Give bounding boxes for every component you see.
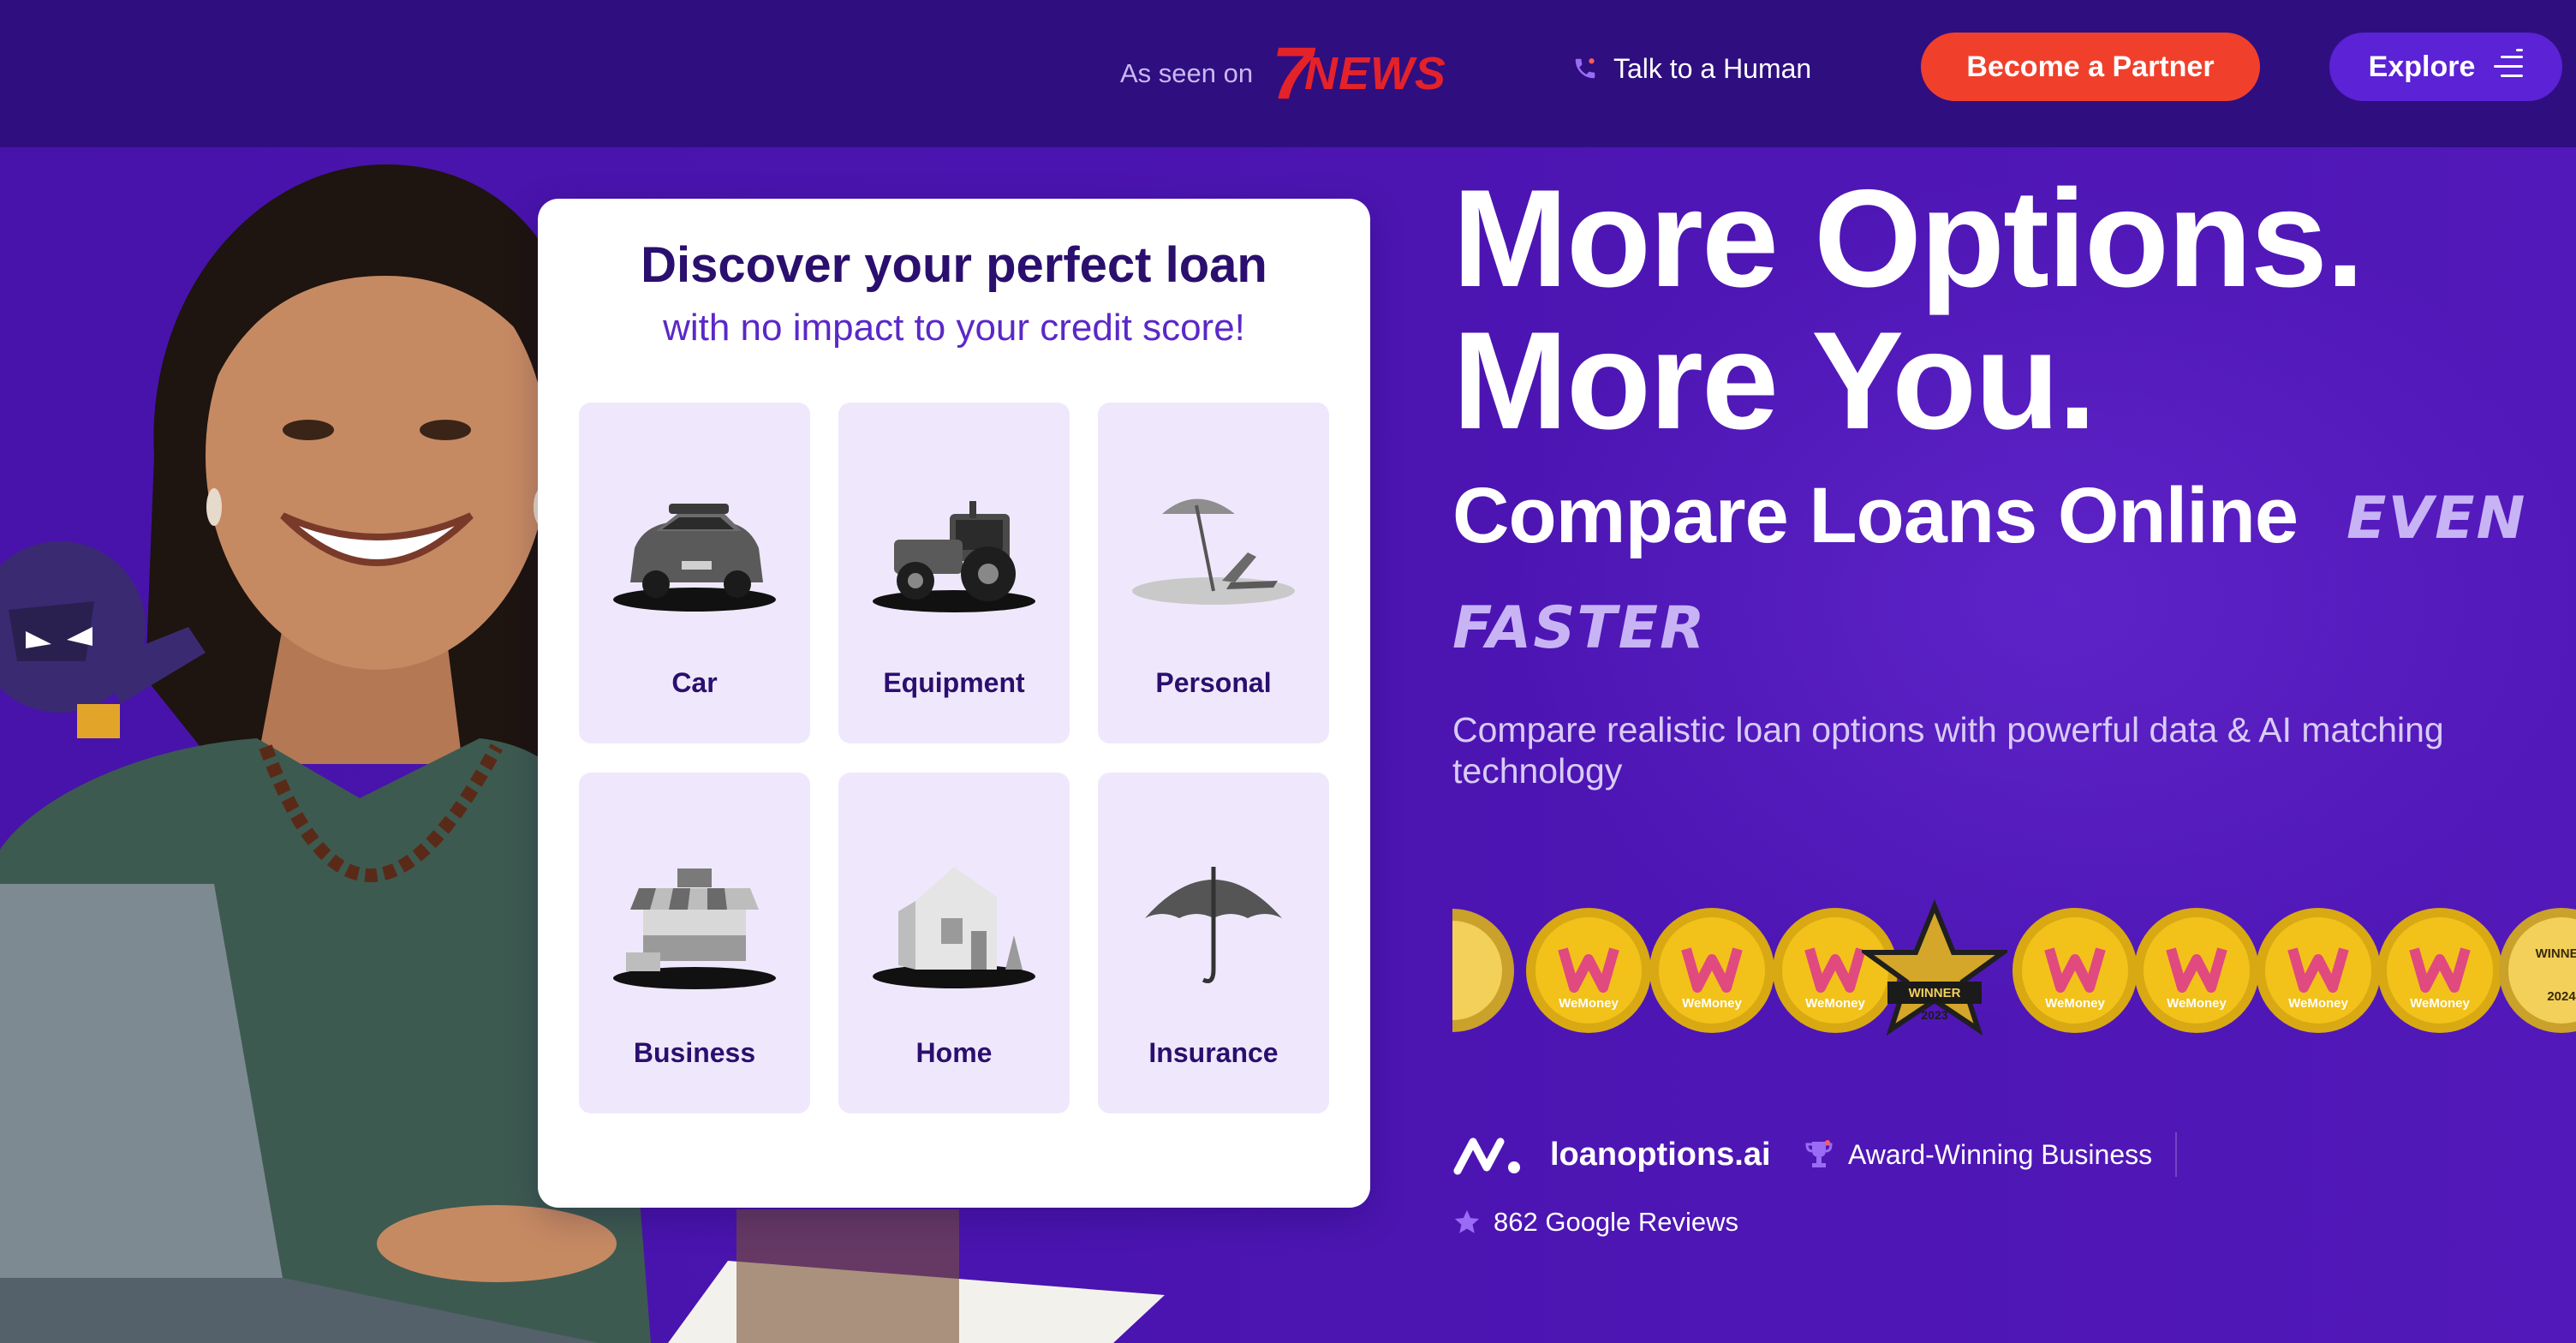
award-badge-star-winner: WINNER 2023 [1862,899,2007,1036]
card-title: Discover your perfect loan [641,237,1267,293]
beach-chair-icon [1132,498,1295,605]
car-icon [613,504,776,612]
brand-name: loanoptions.ai [1550,1136,1771,1173]
accent-word-even: EVEN [2346,485,2527,552]
svg-text:WeMoney: WeMoney [2045,996,2105,1011]
loan-option-car[interactable]: Car [579,403,810,743]
awards-strip: WeMoney WeMoney WeMoney WINNER 2023 WeMo… [1452,899,2576,1052]
menu-icon [2494,49,2524,80]
become-partner-button[interactable]: Become a Partner [1921,33,2260,101]
top-navigation-bar: As seen on 7 NEWS Talk to a Human Become… [0,0,2576,147]
loan-option-home[interactable]: Home [838,773,1070,1113]
reviews-label: 862 Google Reviews [1494,1207,1739,1237]
loan-option-equipment[interactable]: Equipment [838,403,1070,743]
seen-on-label: As seen on [1120,58,1254,88]
news-logo-text: NEWS [1303,48,1446,99]
loan-option-label: Personal [1155,667,1272,698]
svg-text:WeMoney: WeMoney [2167,996,2227,1011]
headline-line-1: More Options. [1452,161,2364,316]
market-stall-icon [613,868,776,989]
hero-description: Compare realistic loan options with powe… [1452,710,2444,791]
award-badge-wemoney: WeMoney [2134,908,2259,1033]
award-label: Award-Winning Business [1848,1138,2153,1170]
loan-option-label: Home [915,1037,993,1068]
brand-block[interactable]: loanoptions.ai [1452,1129,1771,1180]
loan-option-business[interactable]: Business [579,773,810,1113]
svg-text:WeMoney: WeMoney [2410,996,2470,1011]
award-badge-wemoney: WeMoney [2256,908,2381,1033]
award-badge-seal [1452,909,1514,1032]
explore-button[interactable]: Explore [2329,33,2562,101]
award-badge-wemoney: WeMoney [2012,908,2138,1033]
loan-option-personal[interactable]: Personal [1098,403,1329,743]
award-badge-wemoney: WeMoney [1649,908,1774,1033]
talk-to-human-link[interactable]: Talk to a Human [1572,50,1811,87]
loan-option-label: Equipment [883,667,1025,698]
explore-label: Explore [2368,50,2476,83]
loan-option-label: Insurance [1148,1037,1279,1068]
as-seen-on: As seen on 7 NEWS [1120,37,1446,110]
tractor-icon [873,501,1035,612]
svg-text:2024: 2024 [2547,989,2576,1004]
card-subtitle: with no impact to your credit score! [663,307,1245,349]
headline-line-2: More You. [1452,303,2096,458]
star-icon [1454,1209,1480,1233]
loan-option-insurance[interactable]: Insurance [1098,773,1329,1113]
svg-text:WeMoney: WeMoney [1682,996,1742,1011]
svg-text:2023: 2023 [1921,1008,1947,1022]
award-badge-broking: WINNER 2024 [2499,908,2576,1033]
accent-word-faster: FASTER [1452,594,1707,662]
award-badge-wemoney: WeMoney [1526,908,1651,1033]
umbrella-icon [1145,867,1282,983]
svg-text:WeMoney: WeMoney [1805,996,1865,1011]
loan-option-label: Business [633,1037,756,1068]
phone-icon [1575,58,1595,79]
loan-option-label: Car [671,667,718,698]
loan-selector-card: Discover your perfect loan with no impac… [538,199,1370,1208]
7news-logo[interactable]: 7 NEWS [1272,37,1446,110]
svg-text:WeMoney: WeMoney [2288,996,2348,1011]
svg-text:WINNER: WINNER [1909,986,1961,1000]
talk-label: Talk to a Human [1613,52,1812,84]
svg-text:WeMoney: WeMoney [1559,996,1619,1011]
award-badge-wemoney: WeMoney [2377,908,2502,1033]
divider [2175,1132,2177,1177]
house-icon [873,867,1035,988]
svg-text:WINNER: WINNER [2536,946,2576,961]
loanoptions-logo-icon [1453,1137,1520,1175]
hero-headline: More Options. More You. [1452,161,2364,458]
trophy-icon [1805,1140,1833,1167]
award-winning-badge: Award-Winning Business [1805,1131,2152,1179]
google-reviews[interactable]: 862 Google Reviews [1452,1203,1738,1242]
hero-subheadline: Compare Loans Online [1452,472,2299,559]
